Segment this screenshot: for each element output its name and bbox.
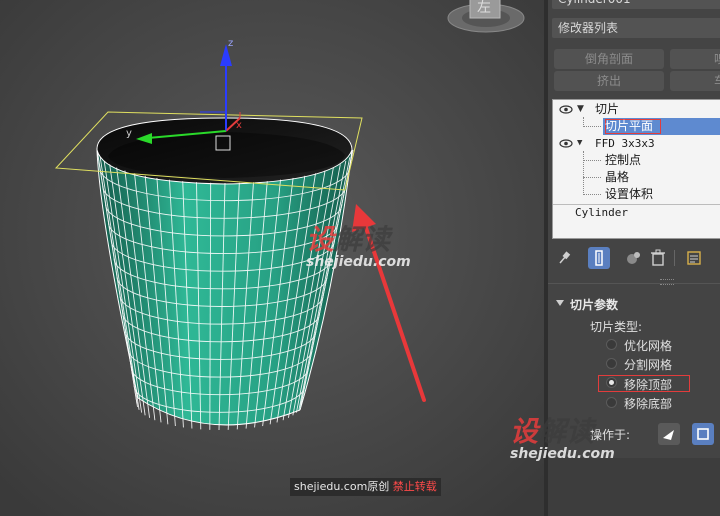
watermark-brand-red: 设: [510, 415, 539, 448]
trash-icon[interactable]: [648, 248, 668, 268]
make-unique-icon[interactable]: [624, 248, 644, 268]
gizmo-y-label: y: [126, 128, 132, 139]
eye-icon[interactable]: [559, 101, 573, 118]
watermark-brand-rest: 解读: [538, 415, 595, 448]
expand-triangle-icon[interactable]: ▼: [577, 135, 582, 152]
expand-triangle-icon[interactable]: ▼: [577, 101, 584, 118]
watermark-brand-rest: 解读: [334, 223, 391, 256]
stack-item-label: Cylinder: [575, 206, 628, 219]
radio-split-mesh[interactable]: [606, 358, 617, 369]
stack-item-lattice[interactable]: 晶格: [605, 169, 629, 186]
polygon-square-icon: [697, 428, 709, 440]
panel-empty-area: [548, 458, 720, 516]
slice-type-label: 切片类型:: [590, 320, 643, 334]
modifier-stack[interactable]: ▼ 切片 切片平面 ▼ FFD 3x3x3 控制点 晶格 设置体积 Cylind…: [552, 99, 720, 239]
bevel-profile-button[interactable]: 倒角剖面: [554, 49, 664, 69]
stack-item-label: 晶格: [605, 170, 630, 184]
stack-item-label: 切片平面: [605, 119, 654, 133]
show-end-result-button[interactable]: [588, 247, 610, 269]
modifier-list-dropdown[interactable]: 修改器列表: [552, 18, 720, 38]
face-triangle-icon: [663, 430, 674, 440]
option-refine-mesh[interactable]: 优化网格: [624, 337, 672, 354]
credit-strip: shejiedu.com原创 禁止转载: [290, 478, 441, 496]
stack-item-set-volume[interactable]: 设置体积: [605, 186, 653, 203]
radio-remove-bottom[interactable]: [606, 397, 617, 408]
remove-top-callout: [598, 375, 690, 392]
credit-notice: 禁止转载: [392, 480, 437, 493]
operate-on-faces-button[interactable]: [658, 423, 680, 445]
stack-item-cylinder[interactable]: Cylinder: [575, 204, 628, 221]
pin-stack-icon[interactable]: [554, 248, 574, 268]
rollout-title[interactable]: 切片参数: [570, 296, 618, 313]
operate-on-polygons-button[interactable]: [692, 423, 714, 445]
watermark-brand-red: 设: [306, 223, 335, 256]
stack-item-control-points[interactable]: 控制点: [605, 152, 641, 169]
watermark-logo: 设解读 shejiedu.com: [306, 218, 411, 270]
rollout-collapse-icon[interactable]: [556, 299, 564, 307]
stack-item-label: FFD 3x3x3: [595, 137, 655, 150]
configure-modifier-sets-icon[interactable]: [684, 248, 704, 268]
option-split-mesh[interactable]: 分割网格: [624, 356, 672, 373]
credit-site: shejiedu.com: [294, 480, 368, 493]
watermark-url: shejiedu.com: [510, 446, 615, 462]
viewcube-label: 左: [477, 0, 491, 16]
radio-refine-mesh[interactable]: [606, 339, 617, 350]
option-remove-bottom[interactable]: 移除底部: [624, 395, 672, 412]
stack-item-slice[interactable]: ▼ 切片: [553, 101, 720, 118]
gizmo-z-label: z: [228, 38, 233, 49]
viewport-perspective[interactable]: 左 z y x 设解读 shejiedu.com shejiedu.com原创 …: [0, 0, 544, 516]
gizmo-x-label: x: [236, 120, 242, 131]
scene-canvas: 左 z y x: [0, 0, 544, 516]
modifier-button-4[interactable]: 车: [670, 71, 720, 91]
stack-item-label: 设置体积: [605, 187, 654, 201]
stack-item-ffd[interactable]: ▼ FFD 3x3x3: [553, 135, 720, 152]
watermark-logo-2: 设解读 shejiedu.com: [510, 410, 615, 462]
show-end-result-icon: [595, 250, 603, 266]
extrude-button[interactable]: 挤出: [554, 71, 664, 91]
stack-item-label: 切片: [595, 102, 620, 116]
watermark-url: shejiedu.com: [306, 254, 411, 270]
stack-item-label: 控制点: [605, 153, 642, 167]
modifier-button-2[interactable]: 嗅: [670, 49, 720, 69]
eye-icon[interactable]: [559, 135, 573, 152]
object-name-field[interactable]: Cylinder001: [552, 0, 720, 9]
credit-original: 原创: [367, 480, 390, 493]
